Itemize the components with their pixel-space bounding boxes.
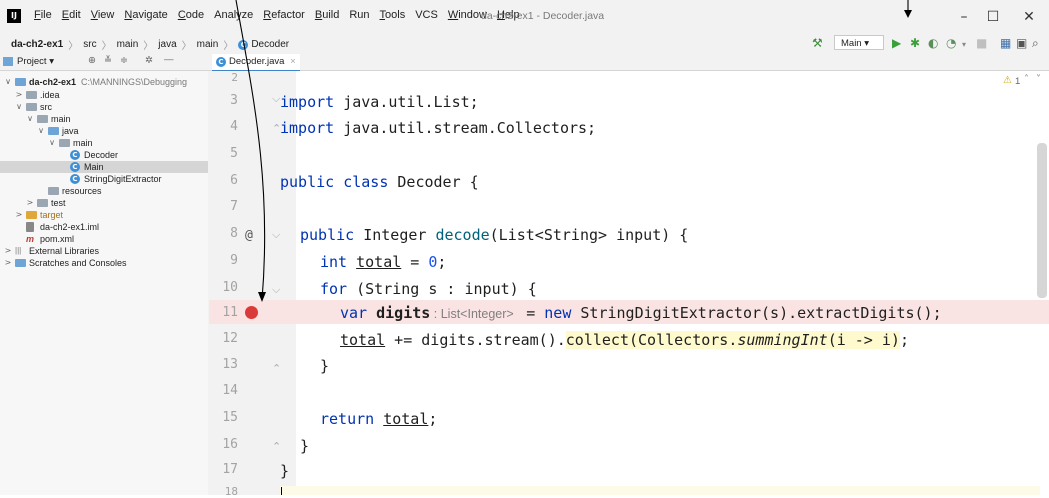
- arrowhead-icon: [904, 10, 912, 18]
- annotation-overlay: [235, 0, 912, 302]
- arrowhead-icon: [258, 292, 266, 302]
- annotation-arrow-breakpoint: [235, 0, 266, 301]
